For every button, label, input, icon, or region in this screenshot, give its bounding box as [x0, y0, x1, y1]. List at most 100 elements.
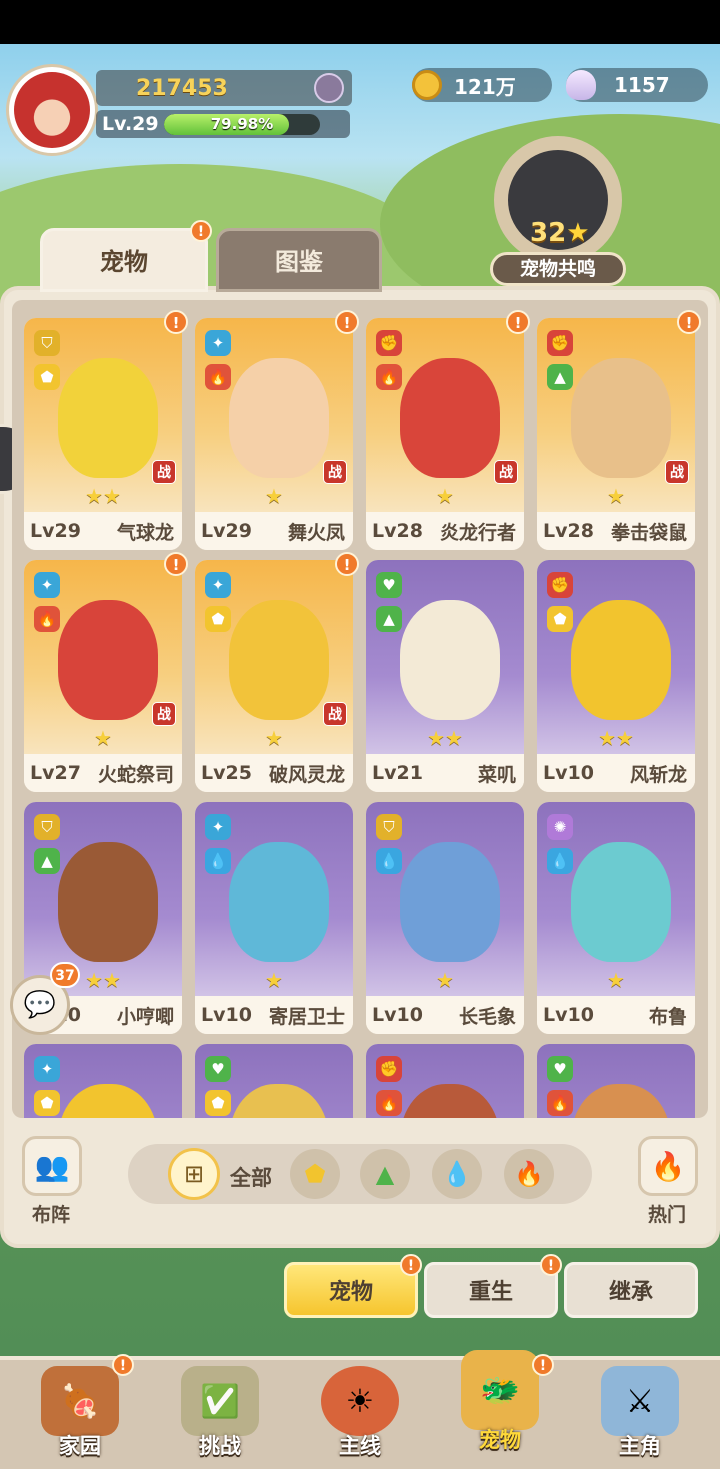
flame-icon: 🔥	[650, 1149, 686, 1183]
pet-card[interactable]: ✺ 💧 ★ Lv10 布鲁	[537, 802, 695, 1034]
rank-icon[interactable]	[314, 73, 344, 103]
star-rating: ★★	[598, 726, 634, 750]
shell-icon	[566, 70, 596, 100]
resonance-label: 宠物共鸣	[490, 252, 626, 286]
attack-icon: ✊	[376, 1056, 402, 1082]
pet-creature-image	[400, 842, 500, 962]
pet-creature-image	[58, 600, 158, 720]
nav-main-quest[interactable]: ☀ 主线	[310, 1366, 410, 1466]
nav-challenge[interactable]: ✅ 挑战	[170, 1366, 270, 1466]
pet-card[interactable]: ✊ 🔥 战 ★ Lv28 炎龙行者	[366, 318, 524, 550]
star-rating: ★	[265, 968, 283, 992]
pet-info-bar: Lv25 破风灵龙	[195, 754, 353, 792]
pet-resonance-button[interactable]: 32★ 宠物共鸣	[484, 128, 634, 286]
formation-button[interactable]: 👥	[22, 1136, 82, 1196]
shell-display[interactable]: 1157	[566, 68, 708, 102]
star-rating: ★	[436, 968, 454, 992]
pet-card[interactable]: ✦ ⬟	[24, 1044, 182, 1118]
pet-creature-image	[229, 358, 329, 478]
wind-icon: ✦	[205, 330, 231, 356]
pet-level: Lv28	[372, 520, 423, 542]
heart-icon: ♥	[205, 1056, 231, 1082]
pet-name: 寄居卫士	[268, 1005, 345, 1028]
team-icon: 👥	[34, 1149, 70, 1183]
nav-main-quest-label: 主线	[339, 1434, 381, 1458]
shield-icon: ⛉	[376, 814, 402, 840]
pet-card[interactable]: ✊ ▲ 战 ★ Lv28 拳击袋鼠	[537, 318, 695, 550]
star-rating: ★	[436, 484, 454, 508]
filter-water-button[interactable]: 💧	[432, 1149, 482, 1199]
tab-pets[interactable]: 宠物	[40, 228, 208, 292]
action-rebirth-button[interactable]: 重生	[424, 1262, 558, 1318]
pet-name: 炎龙行者	[439, 521, 516, 544]
rock-icon: ⬟	[34, 1090, 60, 1116]
star-rating: ★★	[427, 726, 463, 750]
star-rating: ★	[265, 726, 283, 750]
battle-tag: 战	[323, 702, 347, 726]
pet-creature-image	[229, 842, 329, 962]
pet-info-bar: Lv28 拳击袋鼠	[537, 512, 695, 550]
action-rebirth-badge: !	[540, 1254, 562, 1276]
pet-card-badge: !	[677, 310, 701, 334]
tab-collection[interactable]: 图鉴	[216, 228, 382, 292]
fire-icon: 🔥	[34, 606, 60, 632]
battle-tag: 战	[152, 460, 176, 484]
pet-info-bar: Lv28 炎龙行者	[366, 512, 524, 550]
grass-icon: ▲	[375, 1160, 395, 1188]
attack-icon: ✊	[547, 330, 573, 356]
rock-icon: ⬟	[304, 1160, 326, 1188]
pet-info-bar: Lv29 舞火凤	[195, 512, 353, 550]
hot-button[interactable]: 🔥	[638, 1136, 698, 1196]
grass-icon: ▲	[34, 848, 60, 874]
wind-icon: ✦	[205, 572, 231, 598]
filter-rock-button[interactable]: ⬟	[290, 1149, 340, 1199]
water-icon: 💧	[547, 848, 573, 874]
pet-card[interactable]: ✊ 🔥	[366, 1044, 524, 1118]
nav-home[interactable]: 🍖 家园	[30, 1366, 130, 1466]
pet-creature-image	[400, 358, 500, 478]
pet-card[interactable]: ✦ 🔥 战 ★ Lv29 舞火凤	[195, 318, 353, 550]
filter-fire-button[interactable]: 🔥	[504, 1149, 554, 1199]
player-avatar[interactable]	[6, 64, 98, 156]
pet-card-badge: !	[164, 552, 188, 576]
grass-icon: ▲	[547, 364, 573, 390]
gold-value: 121万	[454, 74, 516, 99]
fire-icon: 🔥	[376, 1090, 402, 1116]
pet-card[interactable]: ✦ 💧 ★ Lv10 寄居卫士	[195, 802, 353, 1034]
grid-icon: ⊞	[183, 1160, 205, 1188]
filter-grass-button[interactable]: ▲	[360, 1149, 410, 1199]
pet-card[interactable]: ♥ ⬟	[195, 1044, 353, 1118]
nav-hero[interactable]: ⚔ 主角	[590, 1366, 690, 1466]
action-pets-badge: !	[400, 1254, 422, 1276]
pet-card[interactable]: ✦ 🔥 战 ★ Lv27 火蛇祭司	[24, 560, 182, 792]
pet-card[interactable]: ⛉ 💧 ★ Lv10 长毛象	[366, 802, 524, 1034]
gold-display[interactable]: 121万	[412, 68, 552, 102]
pet-card[interactable]: ♥ ▲ ★★ Lv21 菜叽	[366, 560, 524, 792]
pet-level: Lv27	[30, 762, 81, 784]
pet-name: 布鲁	[648, 1005, 687, 1028]
action-inherit-button[interactable]: 继承	[564, 1262, 698, 1318]
pet-level: Lv25	[201, 762, 252, 784]
water-icon: 💧	[442, 1160, 472, 1188]
rock-icon: ⬟	[547, 606, 573, 632]
battle-tag: 战	[665, 460, 689, 484]
pet-card-badge: !	[335, 552, 359, 576]
tab-pets-badge: !	[190, 220, 212, 242]
pet-level: Lv10	[543, 1004, 594, 1026]
hero-icon: ⚔	[601, 1366, 679, 1436]
filter-all-button[interactable]: ⊞	[168, 1148, 220, 1200]
shield-icon: ⛉	[34, 814, 60, 840]
pet-card[interactable]: ♥ 🔥	[537, 1044, 695, 1118]
pet-level: Lv10	[201, 1004, 252, 1026]
pet-card[interactable]: ✊ ⬟ ★★ Lv10 风斩龙	[537, 560, 695, 792]
action-pets-button[interactable]: 宠物	[284, 1262, 418, 1318]
pet-card[interactable]: ⛉ ⬟ 战 ★★ Lv29 气球龙	[24, 318, 182, 550]
battle-tag: 战	[323, 460, 347, 484]
pet-creature-image	[571, 358, 671, 478]
heart-icon: ♥	[376, 572, 402, 598]
pet-card[interactable]: ✦ ⬟ 战 ★ Lv25 破风灵龙	[195, 560, 353, 792]
pet-creature-image	[58, 842, 158, 962]
pet-info-bar: Lv10 寄居卫士	[195, 996, 353, 1034]
rock-icon: ⬟	[205, 1090, 231, 1116]
fire-icon: 🔥	[376, 364, 402, 390]
